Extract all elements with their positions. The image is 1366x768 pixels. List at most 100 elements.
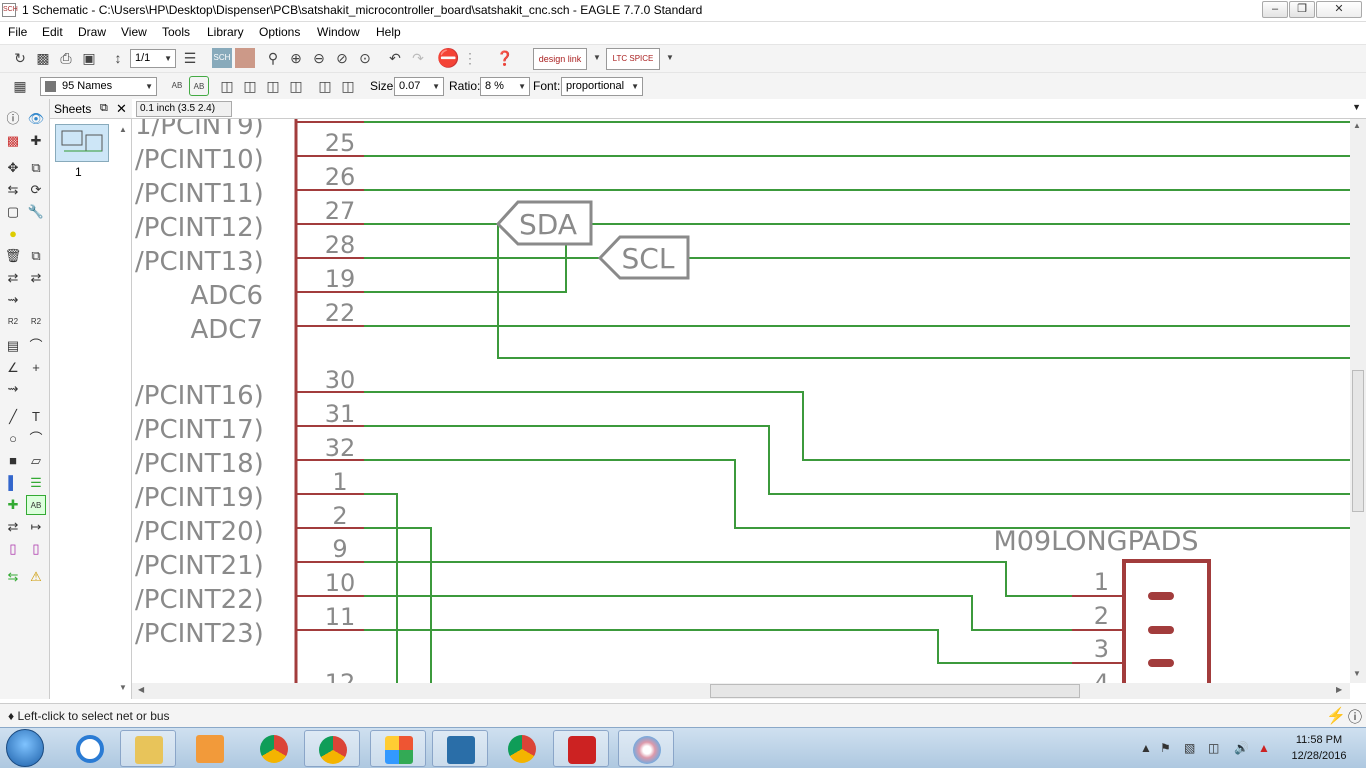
zoom-redraw-icon[interactable]: ⊘ (332, 48, 352, 68)
ltspice-button[interactable]: LTC SPICE (606, 48, 660, 70)
menu-options[interactable]: Options (259, 25, 300, 39)
board-icon[interactable] (235, 48, 255, 68)
invoke-icon[interactable]: + (26, 358, 46, 378)
redo-icon[interactable]: ↷ (408, 48, 428, 68)
taskbar-media-player[interactable] (182, 730, 238, 767)
zoom-select-icon[interactable]: ⊙ (355, 48, 375, 68)
sheet-thumbnail[interactable] (55, 124, 109, 162)
zoom-in-icon[interactable]: ⊕ (286, 48, 306, 68)
net-icon[interactable]: ☰ (26, 473, 46, 493)
frame-icon[interactable]: ▯ (3, 539, 23, 559)
miter-icon[interactable]: ⌒ (26, 336, 46, 356)
delete-icon[interactable]: 🗑 (3, 246, 23, 266)
zoom-out-icon[interactable]: ⊖ (309, 48, 329, 68)
display-icon[interactable]: ▩ (3, 131, 23, 151)
info-icon[interactable]: ⓘ (3, 109, 23, 129)
text-icon[interactable]: T (26, 407, 46, 427)
taskbar-file-explorer[interactable] (120, 730, 176, 767)
open-icon[interactable]: ↻ (10, 48, 30, 68)
add-icon[interactable]: ⧉ (26, 246, 46, 266)
grid-icon[interactable]: ▦ (10, 76, 30, 96)
command-input[interactable] (250, 100, 1350, 118)
maximize-button[interactable]: ❐ (1289, 1, 1315, 18)
menu-draw[interactable]: Draw (78, 25, 106, 39)
mirror-icon[interactable]: ⇆ (3, 180, 23, 200)
vertical-scroll-thumb[interactable] (1352, 370, 1364, 512)
align-top-left-icon[interactable]: ◫ (315, 76, 335, 96)
align-top-right-icon[interactable]: ◫ (338, 76, 358, 96)
erc-icon[interactable]: ⇆ (3, 567, 23, 587)
taskbar-git[interactable] (370, 730, 426, 767)
taskbar-chrome-2[interactable] (304, 730, 360, 767)
warning-icon[interactable]: ⚠ (26, 567, 46, 587)
change-icon[interactable]: 🔧 (26, 202, 46, 222)
bus-icon[interactable]: ▌ (3, 473, 23, 493)
minimize-button[interactable]: – (1262, 1, 1288, 18)
close-panel-icon[interactable]: ✕ (116, 101, 127, 117)
group-icon[interactable]: ▢ (3, 202, 23, 222)
taskbar-chrome-1[interactable] (246, 730, 302, 767)
scroll-right-icon[interactable]: ▶ (1336, 685, 1342, 694)
go-icon[interactable]: ⋮ (460, 48, 480, 68)
save-icon[interactable]: ▩ (33, 48, 53, 68)
scroll-down-icon[interactable]: ▼ (1353, 669, 1361, 678)
chevron-down-icon[interactable]: ▼ (587, 48, 607, 68)
start-button[interactable] (6, 729, 44, 767)
print-icon[interactable]: ⎙ (56, 48, 76, 68)
chevron-down-icon[interactable]: ▼ (1352, 102, 1361, 112)
scroll-up-icon[interactable]: ▲ (119, 125, 127, 134)
rect-icon[interactable]: ■ (3, 451, 23, 471)
switch-board-icon[interactable]: SCH (212, 48, 232, 68)
split-icon[interactable]: ∠ (3, 358, 23, 378)
design-link-button[interactable]: design link (533, 48, 587, 70)
scroll-left-icon[interactable]: ◀ (138, 685, 144, 694)
smash-icon[interactable]: ▤ (3, 336, 23, 356)
ratio-select[interactable]: 8 % ▼ (480, 77, 530, 96)
schematic-drawing[interactable]: 1/PCINT9) /PCINT10) /PCINT11) /PCINT12) /PCI… (132, 119, 1350, 683)
layer-select[interactable]: 95 Names ▼ (40, 77, 157, 96)
sheets-scrollbar[interactable]: ▲ ▼ (116, 121, 130, 697)
sheet-select[interactable]: 1/1 ▼ (130, 49, 176, 68)
cam-icon[interactable]: ▣ (79, 48, 99, 68)
polygon-icon[interactable]: ▱ (26, 451, 46, 471)
junction-icon[interactable]: ✚ (3, 495, 23, 515)
value-icon[interactable]: R2 (26, 312, 46, 332)
horizontal-scroll-thumb[interactable] (710, 684, 1080, 698)
scroll-up-icon[interactable]: ▲ (1353, 121, 1361, 130)
volume-icon[interactable]: 🔊 (1234, 741, 1249, 755)
menu-tools[interactable]: Tools (162, 25, 190, 39)
text-normal-icon[interactable]: AB (167, 76, 187, 96)
tray-expand-icon[interactable]: ▲ (1140, 741, 1152, 755)
zoom-fit-icon[interactable]: ⚲ (263, 48, 283, 68)
stop-icon[interactable]: ⓘ (1348, 707, 1362, 727)
undock-icon[interactable]: ⧉ (100, 102, 108, 115)
menu-edit[interactable]: Edit (42, 25, 63, 39)
menu-help[interactable]: Help (376, 25, 401, 39)
size-select[interactable]: 0.07 ▼ (394, 77, 444, 96)
help-icon[interactable]: ❓ (495, 48, 515, 68)
dimension-icon[interactable]: ↦ (26, 517, 46, 537)
gateswap-icon[interactable]: ⇄ (26, 268, 46, 288)
arc-icon[interactable]: ⌒ (26, 429, 46, 449)
stop-icon[interactable]: ⛔ (437, 48, 459, 68)
attribute-icon[interactable]: ⇄ (3, 517, 23, 537)
show-icon[interactable]: 👁 (26, 109, 46, 129)
menu-library[interactable]: Library (207, 25, 244, 39)
optimize-icon[interactable]: ⇝ (3, 379, 23, 399)
taskbar-eagle[interactable] (553, 730, 609, 767)
taskbar-internet-explorer[interactable] (62, 730, 118, 767)
network-icon[interactable]: ◫ (1208, 741, 1219, 755)
label-icon[interactable]: AB (26, 495, 46, 515)
wire-icon[interactable]: ╱ (3, 407, 23, 427)
use-icon[interactable]: ☰ (180, 48, 200, 68)
taskbar-paint[interactable] (618, 730, 674, 767)
taskbar-chrome-3[interactable] (494, 730, 550, 767)
circle-icon[interactable]: ○ (3, 429, 23, 449)
antivirus-icon[interactable]: ▲ (1258, 741, 1270, 755)
undo-icon[interactable]: ↶ (385, 48, 405, 68)
menu-window[interactable]: Window (317, 25, 360, 39)
taskbar-app[interactable] (432, 730, 488, 767)
flag-icon[interactable]: ⚑ (1160, 741, 1171, 755)
close-button[interactable]: ✕ (1316, 1, 1362, 18)
replace-icon[interactable]: ⇝ (3, 290, 23, 310)
